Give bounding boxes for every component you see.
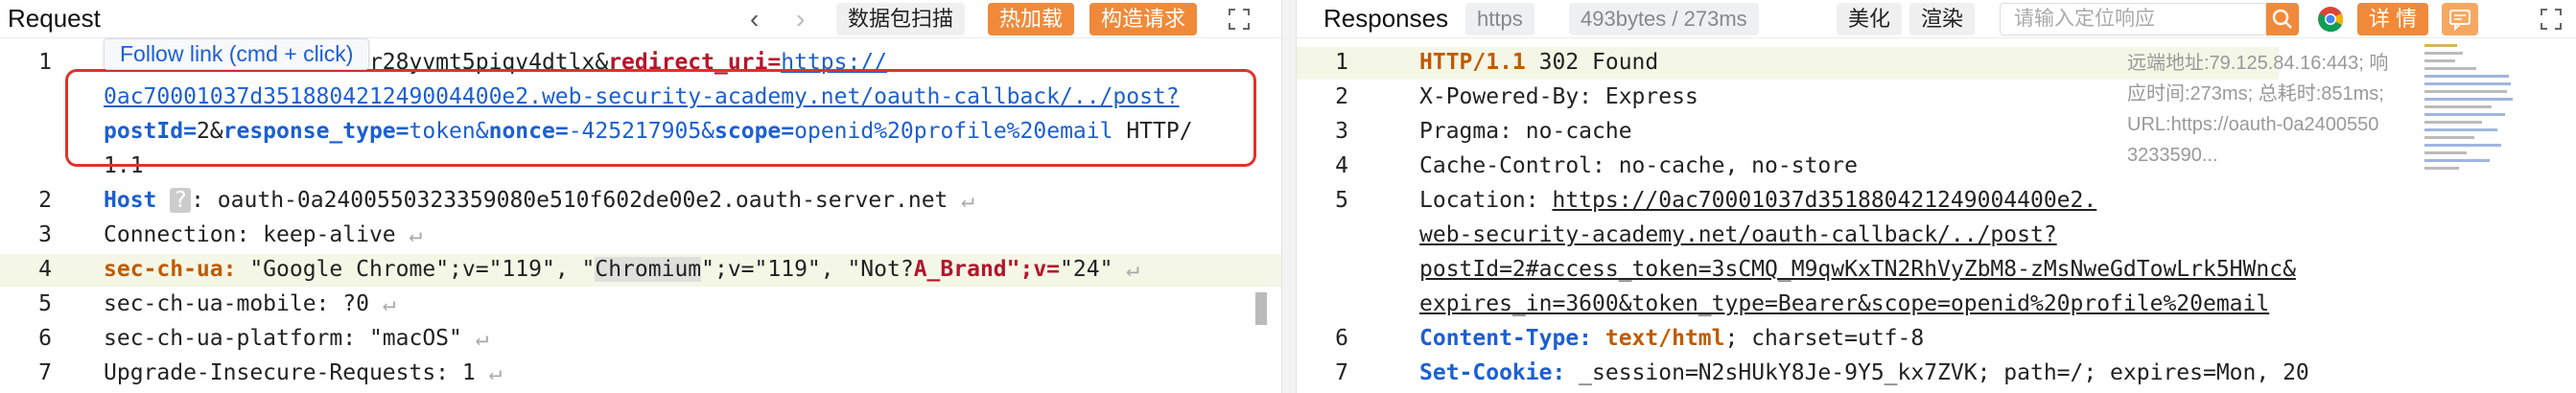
response-line-5-wrap-c: expires_in=3600&token_type=Bearer&scope=… bbox=[1419, 291, 2270, 316]
render-button[interactable]: 渲染 bbox=[1909, 3, 1976, 35]
comment-icon bbox=[2449, 10, 2471, 32]
line-number: 3 bbox=[1335, 119, 1348, 144]
response-line-1: HTTP/1.1 302 Found bbox=[1419, 50, 1659, 75]
line-number: 6 bbox=[38, 326, 52, 351]
response-line-3: Pragma: no-cache bbox=[1419, 119, 1632, 144]
line-number: 2 bbox=[1335, 84, 1348, 109]
search-button[interactable] bbox=[2266, 3, 2299, 35]
response-editor[interactable]: 1 HTTP/1.1 302 Found 2 X-Powered-By: Exp… bbox=[1297, 38, 2576, 393]
line-number: 7 bbox=[1335, 360, 1348, 385]
back-arrow-icon[interactable]: ‹ bbox=[750, 4, 759, 35]
line-number: 5 bbox=[1335, 188, 1348, 213]
hot-reload-button[interactable]: 热加载 bbox=[988, 3, 1075, 35]
line-number: 1 bbox=[1335, 50, 1348, 75]
pane-divider[interactable] bbox=[1281, 0, 1297, 393]
response-info-panel: 远端地址:79.125.84.16:443; 响 应时间:273ms; 总耗时:… bbox=[2127, 53, 2389, 166]
code-minimap[interactable] bbox=[2423, 42, 2515, 186]
expand-icon[interactable] bbox=[2536, 4, 2566, 35]
comment-button[interactable] bbox=[2442, 3, 2478, 35]
protocol-badge: https bbox=[1465, 3, 1534, 35]
chrome-icon[interactable] bbox=[2315, 4, 2346, 35]
response-line-4: Cache-Control: no-cache, no-store bbox=[1419, 153, 1858, 178]
line-number: 6 bbox=[1335, 326, 1348, 351]
line-number: 1 bbox=[38, 50, 52, 75]
request-line-5: sec-ch-ua-mobile: ?0 ↵ bbox=[104, 291, 396, 316]
response-line-5-wrap-a: web-security-academy.net/oauth-callback/… bbox=[1419, 222, 2057, 247]
build-request-button[interactable]: 构造请求 bbox=[1089, 3, 1198, 35]
response-search-input[interactable]: 请输入定位响应 bbox=[2000, 3, 2266, 35]
request-line-3: Connection: keep-alive ↵ bbox=[104, 222, 423, 247]
request-line-7: Upgrade-Insecure-Requests: 1 ↵ bbox=[104, 360, 503, 385]
request-title: Request bbox=[8, 4, 101, 33]
forward-arrow-icon[interactable]: › bbox=[796, 4, 805, 35]
help-icon: ? bbox=[170, 188, 192, 213]
packet-scan-button[interactable]: 数据包扫描 bbox=[836, 3, 966, 35]
request-toolbar: Request ‹ › 数据包扫描 热加载 构造请求 bbox=[0, 0, 1281, 38]
line-number: 2 bbox=[38, 188, 52, 213]
request-editor[interactable]: 1 xxxxxxxxxxxxxxxxxxxnr28yvmt5piqv4dtlx&… bbox=[0, 38, 1281, 393]
line-number: 4 bbox=[1335, 153, 1348, 178]
follow-link-tooltip: Follow link (cmd + click) bbox=[104, 38, 370, 70]
line-number: 7 bbox=[38, 360, 52, 385]
expand-icon[interactable] bbox=[1224, 4, 1254, 35]
response-pane: Responses https 493bytes / 273ms 美化 渲染 请… bbox=[1297, 0, 2576, 393]
request-pane: Request ‹ › 数据包扫描 热加载 构造请求 1 xxxxxxxxxxx… bbox=[0, 0, 1281, 393]
search-icon bbox=[2272, 9, 2292, 29]
scrollbar[interactable] bbox=[1255, 292, 1267, 325]
response-line-6: Content-Type: text/html; charset=utf-8 bbox=[1419, 326, 1925, 351]
request-line-4: sec-ch-ua: "Google Chrome";v="119", "Chr… bbox=[104, 257, 1140, 282]
request-line-2: Host ?: oauth-0a2400550323359080e510f602… bbox=[104, 188, 975, 213]
response-line-7: Set-Cookie: _session=N2sHUkY8Je-9Y5_kx7Z… bbox=[1419, 360, 2309, 385]
url-highlight-box bbox=[65, 69, 1256, 167]
beautify-button[interactable]: 美化 bbox=[1837, 3, 1903, 35]
response-size-badge: 493bytes / 273ms bbox=[1569, 3, 1759, 35]
response-line-5: Location: https://0ac70001037d3518804212… bbox=[1419, 188, 2097, 213]
response-toolbar: Responses https 493bytes / 273ms 美化 渲染 请… bbox=[1297, 0, 2576, 38]
response-title: Responses bbox=[1323, 4, 1449, 33]
response-line-2: X-Powered-By: Express bbox=[1419, 84, 1698, 109]
line-number: 3 bbox=[38, 222, 52, 247]
response-line-5-wrap-b: postId=2#access_token=3sCMQ_M9qwKxTN2RhV… bbox=[1419, 257, 2296, 282]
request-line-6: sec-ch-ua-platform: "macOS" ↵ bbox=[104, 326, 489, 351]
details-button[interactable]: 详 情 bbox=[2357, 3, 2429, 35]
line-number: 5 bbox=[38, 291, 52, 316]
line-number: 4 bbox=[38, 257, 52, 282]
